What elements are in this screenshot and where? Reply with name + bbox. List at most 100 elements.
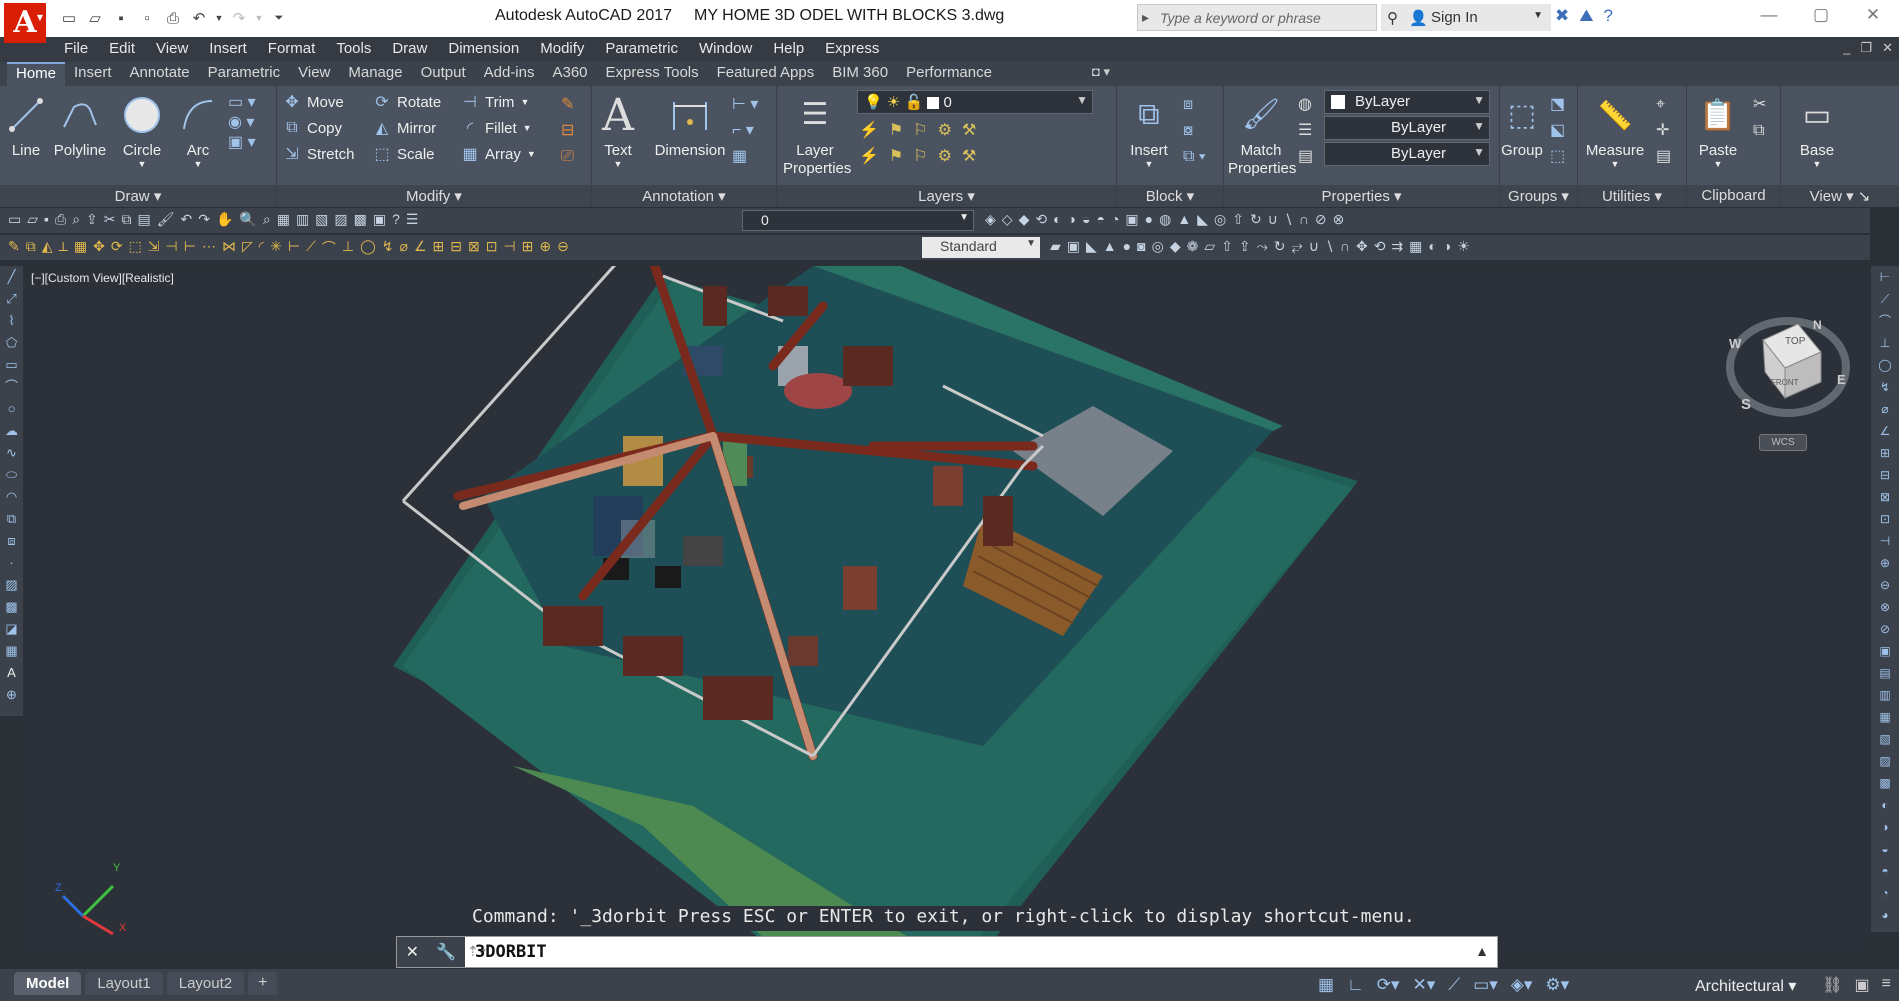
- rt-tool-21-icon[interactable]: ▦: [1871, 706, 1899, 728]
- mtext-icon[interactable]: A: [0, 662, 23, 684]
- draw-extra-icons[interactable]: ▭ ▾ ◉ ▾ ▣ ▾: [228, 92, 256, 152]
- make-block-icon[interactable]: ⧈: [0, 530, 23, 552]
- circle-tool-icon[interactable]: ○: [0, 398, 23, 420]
- cut-icon[interactable]: ✂: [104, 211, 116, 228]
- circle-button[interactable]: Circle ▼: [118, 88, 166, 169]
- undo-dropdown-icon[interactable]: ▼: [214, 7, 224, 29]
- doc-minimize-icon[interactable]: _: [1843, 40, 1850, 56]
- render-solid-icon[interactable]: ◐: [1428, 238, 1436, 255]
- sign-in-button[interactable]: ⚲ 👤 Sign In ▼: [1381, 4, 1551, 31]
- union-solid-icon[interactable]: ∪: [1309, 238, 1319, 255]
- group-button[interactable]: ⬚ Group: [1500, 88, 1544, 160]
- pyramid-icon[interactable]: ◆: [1170, 238, 1181, 255]
- customize-qat-icon[interactable]: ⏷: [268, 7, 290, 29]
- menu-tools[interactable]: Tools: [336, 40, 371, 57]
- gear-icon[interactable]: ⚙▾: [1545, 975, 1569, 995]
- tab-annotate[interactable]: Annotate: [121, 62, 199, 86]
- redo-icon[interactable]: ↷: [198, 211, 210, 228]
- rt-tool-28-icon[interactable]: ◓: [1871, 860, 1899, 882]
- extend-icon[interactable]: ⊢: [184, 238, 196, 258]
- tab-parametric[interactable]: Parametric: [199, 62, 290, 86]
- orbit-icon[interactable]: ⟲: [1035, 211, 1047, 228]
- 3dalign-icon[interactable]: ⇉: [1391, 238, 1403, 255]
- mesh-icon[interactable]: ◔: [1111, 211, 1119, 228]
- doc-restore-icon[interactable]: ❐: [1860, 40, 1872, 56]
- toolbar-right-icons[interactable]: ◈ ◇ ◆ ⟲ ◐ ◑ ◒ ◓ ◔ ▣ ● ◍ ▲ ◣ ◎ ⇧ ↻ ∪ ∖ ∩ ⊘ ⊗: [985, 211, 1344, 228]
- continue-icon[interactable]: ⊠: [468, 238, 480, 258]
- insert-block-tool-icon[interactable]: ⧉: [0, 508, 23, 530]
- panel-title-properties[interactable]: Properties ▾: [1224, 185, 1499, 207]
- exchange-apps-icon[interactable]: ✖: [1555, 6, 1569, 26]
- tab-featured-apps[interactable]: Featured Apps: [708, 62, 824, 86]
- menu-help[interactable]: Help: [773, 40, 804, 57]
- cylinder-icon[interactable]: ◍: [1159, 211, 1171, 228]
- dim-aligned-icon[interactable]: ⟋: [306, 238, 316, 258]
- osnap-icon[interactable]: ✕▾: [1413, 975, 1436, 995]
- menu-view[interactable]: View: [156, 40, 188, 57]
- tab-a360[interactable]: A360: [543, 62, 596, 86]
- intersect-icon[interactable]: ∩: [1299, 211, 1309, 228]
- tolerance-icon[interactable]: ⊞: [522, 238, 534, 258]
- command-history-toggle-icon[interactable]: ▲: [1475, 943, 1489, 959]
- plot-icon[interactable]: ⎙: [162, 7, 184, 29]
- layer-tool-icons[interactable]: ⚡⚑⚐⚙⚒ ⚡⚑⚐⚙⚒: [859, 118, 986, 170]
- sphere-icon[interactable]: ●: [1145, 211, 1153, 228]
- groups-extra-icons[interactable]: ⬔ ⬕ ⬚: [1550, 92, 1565, 170]
- redo-dropdown-icon[interactable]: ▼: [254, 7, 264, 29]
- text-button[interactable]: A Text ▼: [598, 88, 638, 170]
- menu-modify[interactable]: Modify: [540, 40, 584, 57]
- new-icon[interactable]: ▭: [8, 211, 21, 228]
- customize-wrench-icon[interactable]: 🔧: [436, 942, 456, 962]
- rt-tool-3-icon[interactable]: ⌒: [1871, 310, 1899, 332]
- open-file-icon[interactable]: ▱: [84, 7, 106, 29]
- render-icon[interactable]: ◑: [1068, 211, 1076, 228]
- wedge-icon[interactable]: ◣: [1197, 211, 1208, 228]
- viewcube-south[interactable]: S: [1741, 396, 1751, 413]
- help-icon[interactable]: ?: [392, 211, 400, 228]
- panel-title-draw[interactable]: Draw ▾: [0, 185, 276, 207]
- rt-tool-16-icon[interactable]: ⊗: [1871, 596, 1899, 618]
- rt-tool-8-icon[interactable]: ∠: [1871, 420, 1899, 442]
- center-mark-icon[interactable]: ⊕: [539, 238, 551, 258]
- tab-view[interactable]: View: [289, 62, 339, 86]
- panel-title-view[interactable]: View ▾ ↘: [1781, 185, 1899, 207]
- rt-tool-27-icon[interactable]: ◒: [1871, 838, 1899, 860]
- extrude-solid-icon[interactable]: ⇧: [1221, 238, 1233, 255]
- gradient-icon[interactable]: ▩: [0, 596, 23, 618]
- preview-icon[interactable]: ⌕: [72, 211, 80, 228]
- slice-icon[interactable]: ⊘: [1315, 211, 1327, 228]
- rt-tool-9-icon[interactable]: ⊞: [1871, 442, 1899, 464]
- undo-icon[interactable]: ↶: [181, 211, 193, 228]
- save-icon[interactable]: ▪: [44, 211, 49, 228]
- panel-title-block[interactable]: Block ▾: [1117, 185, 1223, 207]
- viewcube[interactable]: TOP FRONT N W S E: [1723, 312, 1853, 422]
- offset-icon[interactable]: ⟂: [59, 238, 68, 258]
- panel-title-clipboard[interactable]: Clipboard: [1687, 185, 1780, 207]
- dim-radius-icon[interactable]: ◯: [360, 238, 376, 258]
- revolve-icon[interactable]: ↻: [1250, 211, 1262, 228]
- polygon-icon[interactable]: ⬠: [0, 332, 23, 354]
- text-style-dropdown[interactable]: Standard ▼: [922, 237, 1040, 258]
- menu-window[interactable]: Window: [699, 40, 752, 57]
- layer-prev-icon[interactable]: ◈: [985, 211, 996, 228]
- panel-title-utilities[interactable]: Utilities ▾: [1578, 185, 1686, 207]
- rt-tool-22-icon[interactable]: ▧: [1871, 728, 1899, 750]
- match-icon[interactable]: 🖌: [157, 211, 175, 228]
- scale-icon[interactable]: ⬚: [129, 238, 142, 258]
- tab-add-ins[interactable]: Add-ins: [475, 62, 544, 86]
- dim-jogged-icon[interactable]: ↯: [382, 238, 394, 258]
- rt-tool-24-icon[interactable]: ▩: [1871, 772, 1899, 794]
- quick-dim-icon[interactable]: ⊞: [433, 238, 445, 258]
- open-icon[interactable]: ▱: [27, 211, 38, 228]
- extrude-icon[interactable]: ⇧: [1232, 211, 1244, 228]
- revcloud-icon[interactable]: ☁: [0, 420, 23, 442]
- viewcube-north[interactable]: N: [1813, 318, 1822, 332]
- menu-file[interactable]: File: [64, 40, 88, 57]
- section-icon[interactable]: ⊗: [1333, 211, 1345, 228]
- move-button[interactable]: ✥ Move: [283, 90, 343, 114]
- utilities-extra-icons[interactable]: ⌖ ✛ ▤: [1656, 92, 1671, 170]
- paste-button[interactable]: 📋 Paste ▼: [1691, 88, 1745, 170]
- draw-modify-icons[interactable]: ✎ ⧉ ◭ ⟂ ▦ ✥ ⟳ ⬚ ⇲ ⊣ ⊢ ⋯ ⋈ ◸ ◜ ✳ ⊢ ⟋ ⌒ ⊥ ◯ ↯ ⌀ ∠ ⊞ ⊟ ⊠ ⊡ ⊣ ⊞ ⊕ ⊖: [8, 238, 569, 258]
- menu-format[interactable]: Format: [268, 40, 316, 57]
- line-tool-icon[interactable]: ╱: [0, 266, 23, 288]
